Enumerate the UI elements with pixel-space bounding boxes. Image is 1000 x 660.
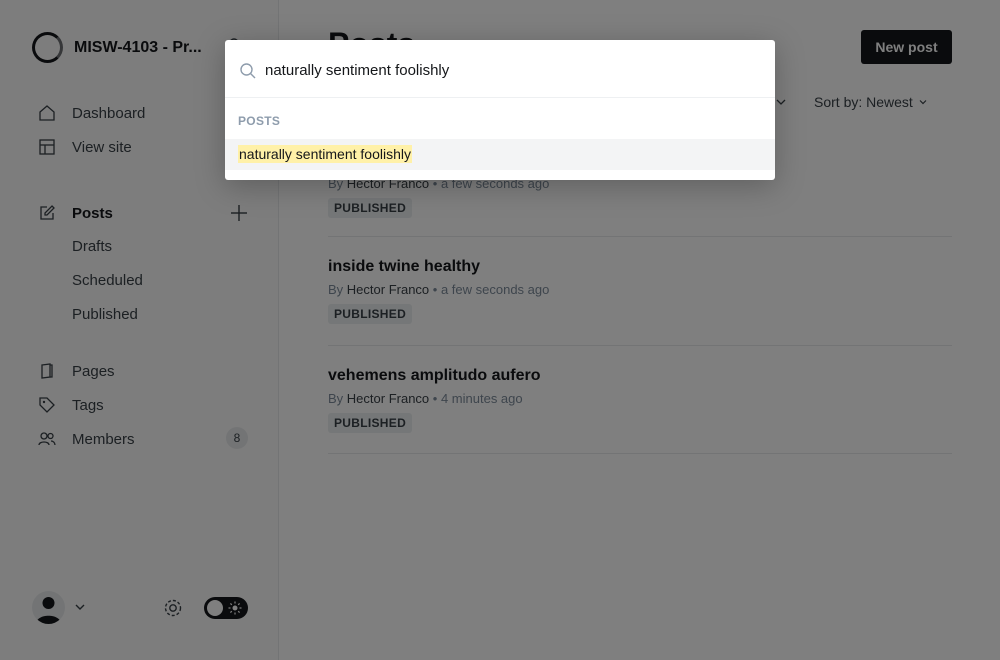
search-modal: POSTS naturally sentiment foolishly [225, 40, 775, 180]
search-result-title: naturally sentiment foolishly [238, 145, 412, 163]
search-bar [225, 40, 775, 98]
search-result-item[interactable]: naturally sentiment foolishly [225, 139, 775, 170]
search-input[interactable] [265, 58, 755, 82]
search-icon [240, 63, 256, 79]
results-section-label: POSTS [238, 114, 281, 128]
